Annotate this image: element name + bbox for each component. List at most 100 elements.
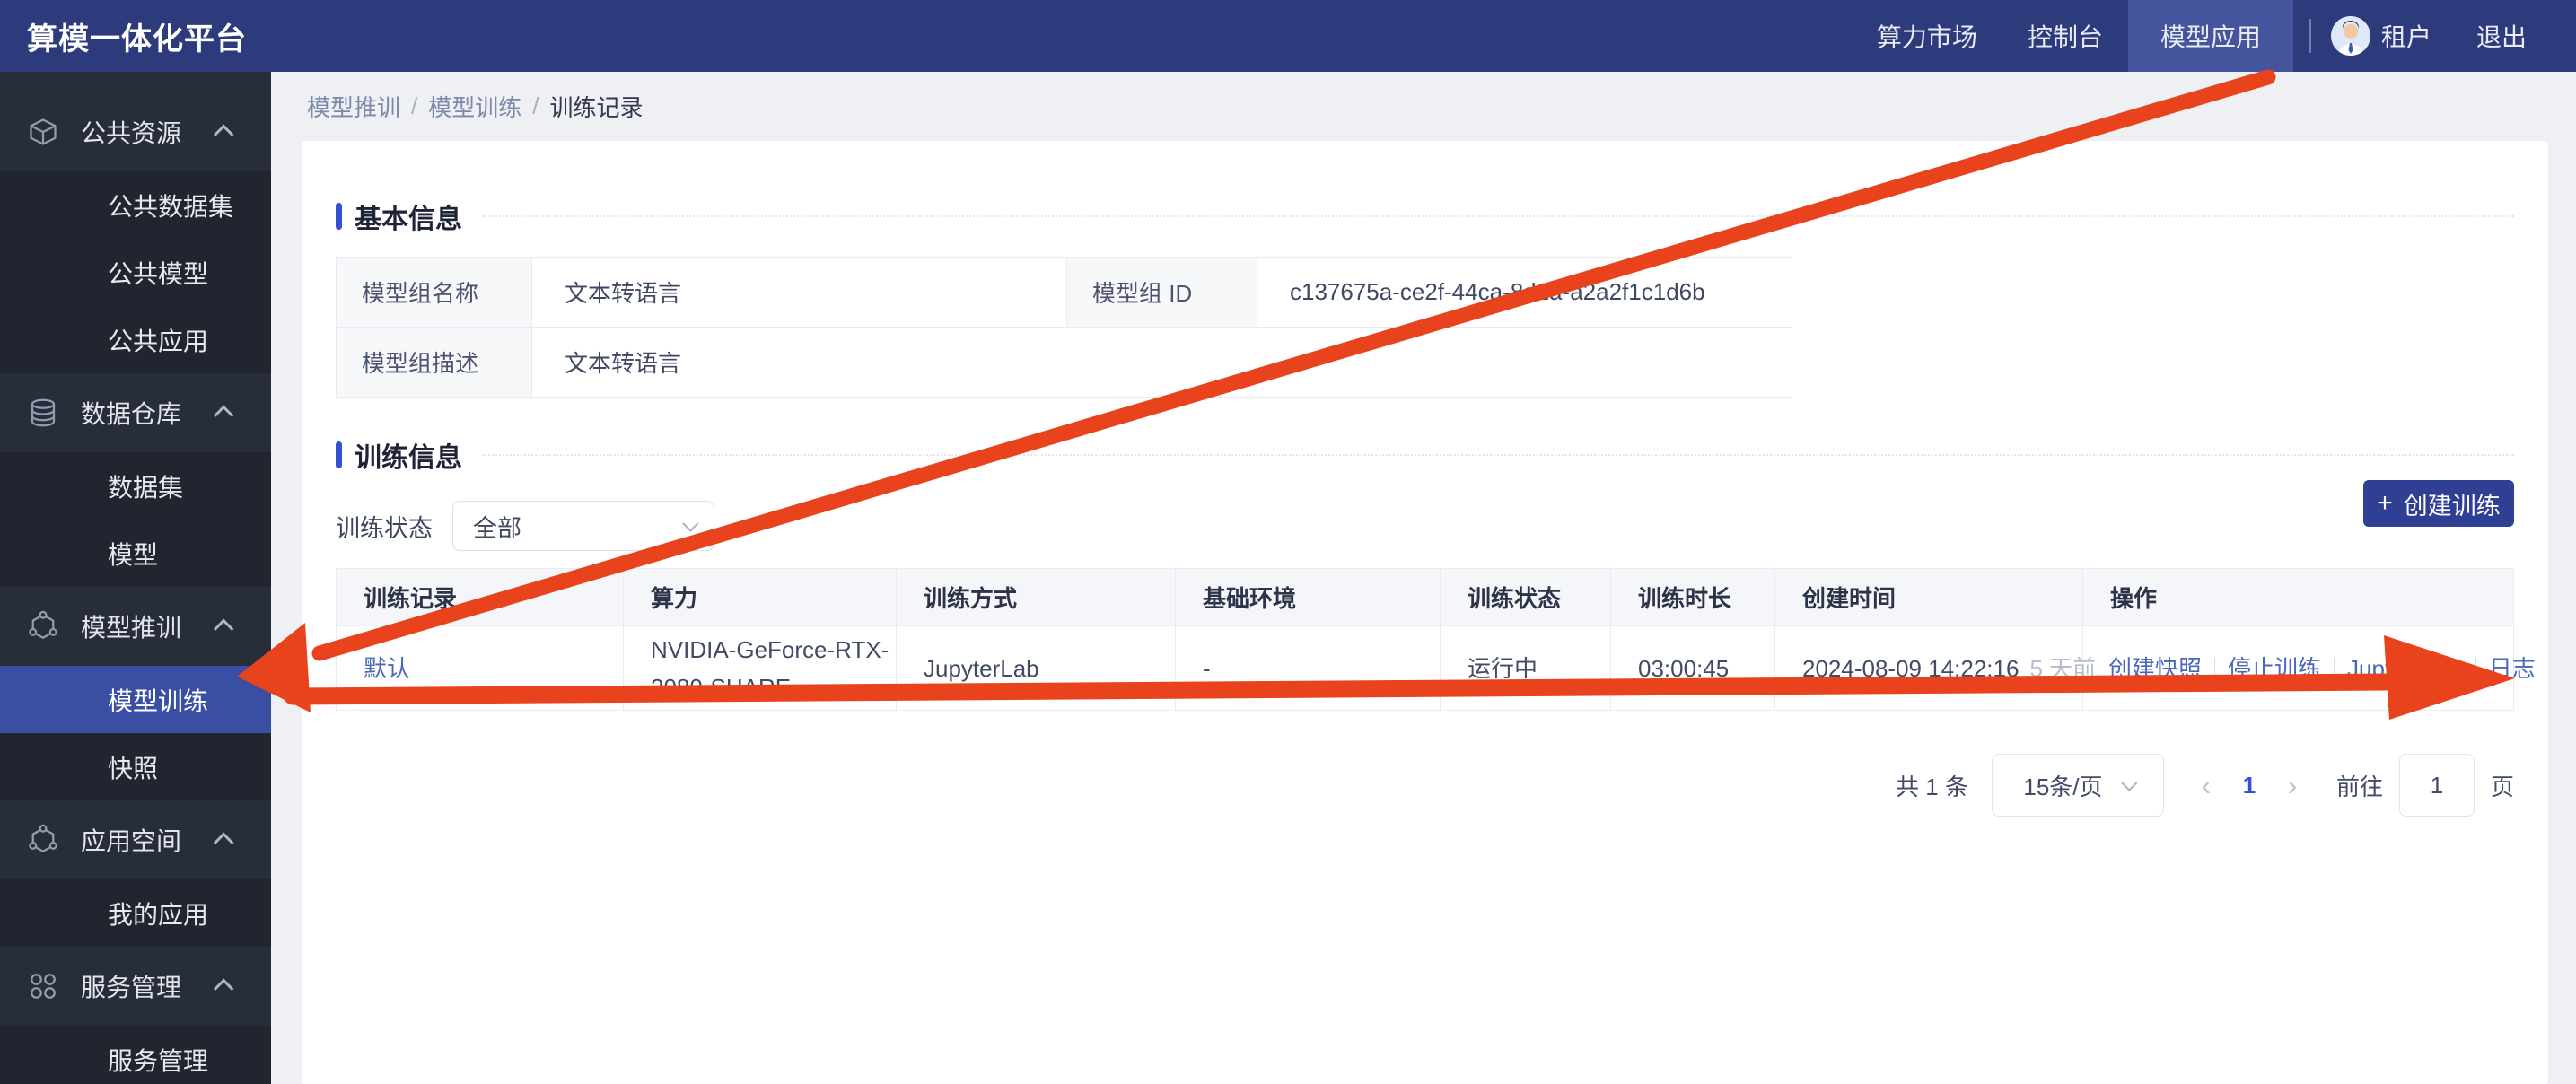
plus-icon: + (2377, 490, 2393, 517)
create-training-label: 创建训练 (2404, 486, 2501, 521)
sidebar-group-label: 模型推训 (81, 608, 181, 644)
section-rule (482, 454, 2514, 456)
model-group-name-value: 文本转语言 (532, 258, 1067, 328)
database-icon (27, 397, 59, 429)
sidebar-group-app-space[interactable]: 应用空间 (0, 800, 271, 879)
table-row: 默认 NVIDIA-GeForce-RTX-3080-SHARE Jupyter… (337, 626, 2514, 711)
chevron-up-icon (214, 406, 234, 426)
content-area: 模型推训 / 模型训练 / 训练记录 基本信息 模型组名称 文本转语言 (271, 72, 2576, 1084)
stop-training-link[interactable]: 停止训练 (2228, 655, 2321, 682)
total-count: 共 1 条 (1896, 769, 1968, 802)
created-ago: 5 天前 (2029, 655, 2096, 682)
section-bar (336, 441, 342, 468)
breadcrumb-separator: / (532, 92, 539, 120)
logs-link[interactable]: 日志 (2489, 655, 2536, 682)
col-method: 训练方式 (897, 569, 1176, 626)
divider (2334, 658, 2335, 679)
created-time: 2024-08-09 14:22:16 (1802, 655, 2019, 682)
nav-compute-market[interactable]: 算力市场 (1852, 0, 2002, 72)
section-rule (482, 215, 2514, 217)
duration-cell: 03:00:45 (1611, 626, 1775, 711)
sidebar-item-model-training[interactable]: 模型训练 (0, 666, 271, 733)
training-status-label: 训练状态 (336, 509, 433, 544)
col-record: 训练记录 (337, 569, 624, 626)
divider (2475, 658, 2476, 679)
sidebar-group-data-warehouse[interactable]: 数据仓库 (0, 373, 271, 452)
breadcrumb-item[interactable]: 模型训练 (428, 90, 521, 123)
jupyterlab-link[interactable]: JupyterLab (2347, 655, 2463, 682)
sidebar-group-label: 服务管理 (81, 968, 181, 1004)
breadcrumb-separator: / (411, 92, 417, 120)
section-training-info: 训练信息 (336, 435, 2514, 475)
detail-card: 基本信息 模型组名称 文本转语言 模型组 ID c137675a-ce2f-44… (302, 141, 2548, 1084)
top-nav: 算力市场 控制台 模型应用 租户 退出 (1852, 0, 2576, 72)
page-size-value: 15条/页 (2023, 769, 2102, 802)
environment-cell: - (1176, 626, 1441, 711)
sidebar-item-snapshots[interactable]: 快照 (0, 733, 271, 800)
top-bar: 算模一体化平台 算力市场 控制台 模型应用 租户 退出 (0, 0, 2576, 72)
submenu-data-warehouse: 数据集 模型 (0, 452, 271, 587)
box-icon (27, 116, 59, 148)
field-label: 模型组名称 (337, 258, 532, 328)
chevron-up-icon (214, 979, 234, 1000)
training-status-select[interactable]: 全部 (452, 501, 714, 551)
sidebar-item-public-datasets[interactable]: 公共数据集 (0, 171, 271, 239)
submenu-service-mgmt: 服务管理 (0, 1026, 271, 1084)
sidebar-item-service-mgmt[interactable]: 服务管理 (0, 1026, 271, 1084)
sidebar-group-model-training[interactable]: 模型推训 (0, 587, 271, 666)
chevron-down-icon (2121, 774, 2137, 791)
current-page[interactable]: 1 (2229, 772, 2270, 800)
submenu-model-training: 模型训练 快照 (0, 666, 271, 800)
sidebar-item-my-apps[interactable]: 我的应用 (0, 879, 271, 947)
section-title-text: 基本信息 (355, 197, 462, 236)
goto-page-input[interactable] (2399, 754, 2475, 817)
table-row: 模型组名称 文本转语言 模型组 ID c137675a-ce2f-44ca-8d… (337, 258, 1792, 328)
grid-icon (27, 970, 59, 1002)
section-title-text: 训练信息 (355, 435, 462, 475)
sidebar-item-datasets[interactable]: 数据集 (0, 452, 271, 520)
divider (2309, 19, 2311, 53)
molecule-icon (27, 610, 59, 643)
section-basic-info: 基本信息 (336, 141, 2514, 236)
breadcrumb-item[interactable]: 模型推训 (307, 90, 400, 123)
selected-option: 全部 (473, 509, 521, 544)
chevron-up-icon (214, 619, 234, 640)
chevron-down-icon (682, 515, 698, 531)
table-header-row: 训练记录 算力 训练方式 基础环境 训练状态 训练时长 创建时间 操作 (337, 569, 2514, 626)
chevron-up-icon (214, 125, 234, 145)
status-cell: 运行中 (1441, 626, 1611, 711)
sidebar-item-public-models[interactable]: 公共模型 (0, 239, 271, 306)
col-duration: 训练时长 (1611, 569, 1775, 626)
next-page-button[interactable]: › (2270, 769, 2315, 802)
breadcrumb-current: 训练记录 (550, 90, 644, 123)
nav-model-apps[interactable]: 模型应用 (2128, 0, 2293, 72)
sidebar-group-public-resources[interactable]: 公共资源 (0, 92, 271, 171)
prev-page-button[interactable]: ‹ (2184, 769, 2229, 802)
table-row: 模型组描述 文本转语言 (337, 328, 1792, 398)
create-training-button[interactable]: + 创建训练 (2363, 480, 2514, 527)
submenu-app-space: 我的应用 (0, 879, 271, 947)
nav-console[interactable]: 控制台 (2002, 0, 2128, 72)
sidebar-item-public-apps[interactable]: 公共应用 (0, 306, 271, 373)
sidebar: 公共资源 公共数据集 公共模型 公共应用 数据仓库 数据集 (0, 72, 271, 1084)
pagination: 共 1 条 15条/页 ‹ 1 › 前往 页 (336, 754, 2514, 817)
user-avatar-icon[interactable] (2331, 16, 2370, 56)
sidebar-item-models[interactable]: 模型 (0, 520, 271, 587)
sidebar-group-service-mgmt[interactable]: 服务管理 (0, 947, 271, 1026)
divider (2214, 658, 2215, 679)
chevron-up-icon (214, 833, 234, 853)
section-bar (336, 203, 342, 230)
training-records-table: 训练记录 算力 训练方式 基础环境 训练状态 训练时长 创建时间 操作 默认 N… (336, 568, 2514, 711)
create-snapshot-link[interactable]: 创建快照 (2108, 655, 2202, 682)
tenant-label[interactable]: 租户 (2381, 18, 2431, 54)
sidebar-group-label: 公共资源 (81, 114, 181, 150)
model-group-id-value: c137675a-ce2f-44ca-8d2a-a2a2f1c1d6b (1257, 258, 1792, 328)
logout-button[interactable]: 退出 (2476, 18, 2527, 54)
submenu-public-resources: 公共数据集 公共模型 公共应用 (0, 171, 271, 373)
record-link[interactable]: 默认 (364, 655, 410, 682)
page: 算模一体化平台 算力市场 控制台 模型应用 租户 退出 (0, 0, 2576, 1084)
field-label: 模型组 ID (1067, 258, 1257, 328)
breadcrumb: 模型推训 / 模型训练 / 训练记录 (302, 72, 2548, 141)
basic-info-table: 模型组名称 文本转语言 模型组 ID c137675a-ce2f-44ca-8d… (336, 257, 1792, 398)
page-size-select[interactable]: 15条/页 (1992, 754, 2164, 817)
